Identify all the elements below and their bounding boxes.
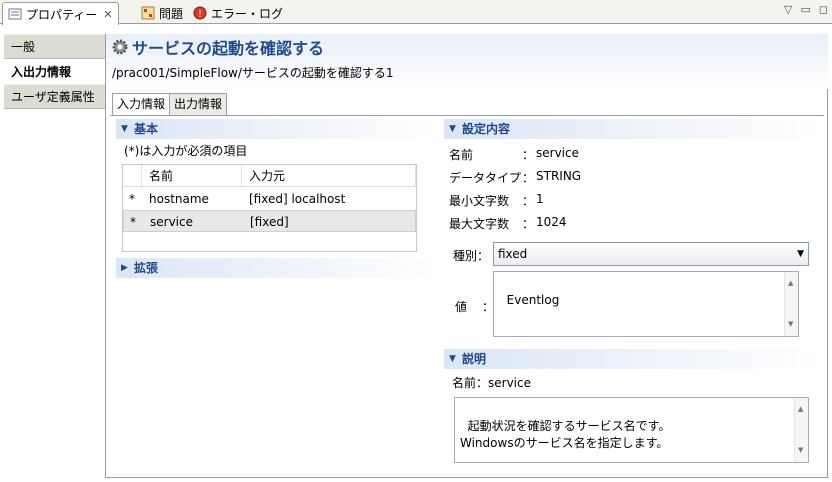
tab-properties[interactable]: プロパティー ✕ bbox=[2, 2, 119, 25]
section-settings-title: 設定内容 bbox=[462, 122, 511, 136]
properties-icon bbox=[8, 7, 22, 21]
scroll-up-icon[interactable]: ▲ bbox=[788, 275, 793, 292]
field-sep: ： bbox=[522, 194, 535, 208]
section-basic-title: 基本 bbox=[134, 122, 159, 136]
divider bbox=[141, 165, 142, 187]
table-header: 名前 入力元 bbox=[123, 165, 416, 187]
field-label-name: 名前 bbox=[449, 148, 474, 162]
section-extension-header[interactable]: ▶ 拡張 bbox=[116, 258, 439, 278]
scrollbar[interactable]: ▲ ▼ bbox=[794, 398, 808, 462]
section-description-title: 説明 bbox=[462, 352, 487, 366]
field-sep: ： bbox=[522, 148, 535, 162]
tab-problems[interactable]: 問題 bbox=[136, 2, 188, 24]
required-note: (*)は入力が必須の項目 bbox=[124, 144, 248, 158]
chevron-down-icon: ▼ bbox=[797, 249, 804, 259]
scroll-down-icon[interactable]: ▼ bbox=[788, 316, 793, 333]
field-value-name: service bbox=[536, 146, 579, 160]
field-label-datatype: データタイプ bbox=[449, 171, 522, 185]
value-text: Eventlog bbox=[506, 293, 560, 307]
required-mark: * bbox=[130, 215, 136, 229]
divider bbox=[241, 165, 242, 187]
view-controls: ▽ ▭ ◻ bbox=[784, 3, 828, 16]
svg-text:!: ! bbox=[198, 9, 202, 20]
page-title-text: サービスの起動を確認する bbox=[132, 39, 325, 58]
param-source: [fixed] bbox=[250, 215, 289, 229]
field-value-max-length: 1024 bbox=[536, 215, 567, 229]
type-select[interactable]: fixed ▼ bbox=[493, 242, 809, 266]
section-settings-header[interactable]: ▼ 設定内容 bbox=[444, 119, 820, 139]
expand-right-icon: ▶ bbox=[121, 263, 128, 273]
close-icon[interactable]: ✕ bbox=[103, 8, 112, 21]
tab-error-log[interactable]: ! エラー・ログ bbox=[188, 2, 288, 24]
tab-input-info[interactable]: 入力情報 bbox=[112, 93, 171, 116]
field-value-min-length: 1 bbox=[536, 192, 544, 206]
param-name: service bbox=[150, 215, 193, 229]
type-label: 種別： bbox=[453, 249, 490, 263]
view-tab-bar: プロパティー ✕ 問題 ! エラー・ログ ▽ ▭ ◻ bbox=[0, 0, 832, 25]
scroll-up-icon[interactable]: ▲ bbox=[798, 401, 803, 418]
maximize-icon[interactable]: ◻ bbox=[819, 3, 828, 16]
page-title: サービスの起動を確認する bbox=[112, 35, 324, 59]
parameter-table: 名前 入力元 * hostname [fixed] localhost * se… bbox=[122, 164, 417, 252]
scrollbar[interactable]: ▲ ▼ bbox=[784, 272, 798, 336]
tab-error-log-label: エラー・ログ bbox=[211, 6, 284, 21]
tab-problems-label: 問題 bbox=[159, 6, 184, 21]
type-select-value: fixed bbox=[498, 247, 528, 261]
category-io-info[interactable]: 入出力情報 bbox=[4, 59, 105, 84]
divider bbox=[110, 115, 824, 116]
param-source: [fixed] localhost bbox=[249, 192, 346, 206]
gear-icon bbox=[112, 39, 128, 55]
description-textarea[interactable]: 起動状況を確認するサービス名です。 Windowsのサービス名を指定します。 ▲… bbox=[454, 397, 809, 463]
description-name: 名前：service bbox=[452, 376, 531, 390]
expand-down-icon: ▼ bbox=[121, 124, 128, 134]
expand-down-icon: ▼ bbox=[449, 124, 456, 134]
tab-output-info[interactable]: 出力情報 bbox=[169, 93, 228, 115]
scroll-down-icon[interactable]: ▼ bbox=[798, 442, 803, 459]
field-sep: ： bbox=[522, 171, 535, 185]
column-header-name[interactable]: 名前 bbox=[149, 165, 173, 187]
element-path: /prac001/SimpleFlow/サービスの起動を確認する1 bbox=[112, 66, 394, 80]
divider bbox=[415, 165, 416, 187]
error-log-icon: ! bbox=[193, 6, 207, 20]
tab-properties-label: プロパティー bbox=[26, 7, 98, 22]
minimize-icon[interactable]: ▭ bbox=[800, 3, 810, 16]
field-value-datatype: STRING bbox=[536, 169, 582, 183]
expand-down-icon: ▼ bbox=[449, 354, 456, 364]
category-list: 一般 入出力情報 ユーザ定義属性 bbox=[4, 34, 106, 478]
value-textarea[interactable]: Eventlog ▲ ▼ bbox=[493, 271, 799, 337]
section-basic-header[interactable]: ▼ 基本 bbox=[116, 119, 439, 139]
required-mark: * bbox=[129, 192, 135, 206]
section-description-header[interactable]: ▼ 説明 bbox=[444, 349, 820, 369]
section-extension-title: 拡張 bbox=[134, 261, 159, 275]
description-text: 起動状況を確認するサービス名です。 Windowsのサービス名を指定します。 bbox=[460, 419, 671, 450]
view-menu-icon[interactable]: ▽ bbox=[784, 3, 792, 16]
param-name: hostname bbox=[149, 192, 209, 206]
field-label-max-length: 最大文字数 bbox=[449, 217, 510, 231]
category-general[interactable]: 一般 bbox=[4, 34, 105, 59]
value-label: 値 bbox=[455, 300, 468, 314]
table-row[interactable]: * hostname [fixed] localhost bbox=[123, 188, 416, 210]
table-row[interactable]: * service [fixed] bbox=[123, 210, 416, 232]
field-sep: ： bbox=[522, 217, 535, 231]
field-label-min-length: 最小文字数 bbox=[449, 194, 510, 208]
column-header-source[interactable]: 入力元 bbox=[249, 165, 285, 187]
problems-icon bbox=[141, 6, 155, 20]
category-user-attributes[interactable]: ユーザ定義属性 bbox=[4, 84, 105, 109]
